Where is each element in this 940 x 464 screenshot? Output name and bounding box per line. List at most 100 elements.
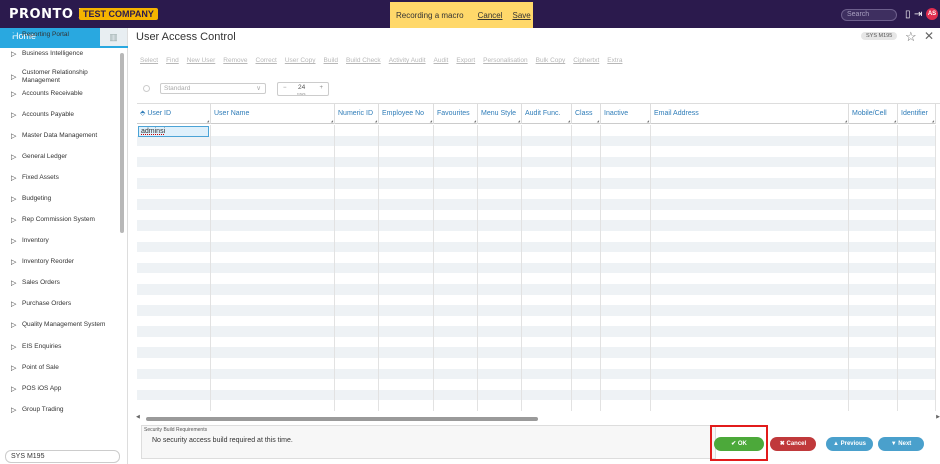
- table-cell[interactable]: [478, 305, 522, 316]
- table-cell[interactable]: [335, 400, 379, 412]
- table-cell[interactable]: [522, 125, 572, 136]
- sidebar-item[interactable]: ▷ Accounts Receivable: [0, 90, 83, 98]
- table-cell[interactable]: [478, 209, 522, 221]
- table-cell[interactable]: [137, 358, 211, 369]
- table-cell[interactable]: [137, 220, 211, 231]
- table-cell[interactable]: [434, 241, 478, 253]
- table-row[interactable]: [137, 389, 936, 401]
- table-cell[interactable]: [379, 294, 434, 306]
- table-cell[interactable]: [651, 146, 849, 157]
- table-cell[interactable]: [601, 156, 651, 168]
- table-cell[interactable]: [335, 379, 379, 390]
- table-cell[interactable]: [849, 230, 898, 242]
- table-cell[interactable]: [335, 135, 379, 147]
- table-cell[interactable]: [601, 336, 651, 348]
- table-cell[interactable]: [601, 368, 651, 380]
- toolbar-item[interactable]: Export: [456, 57, 475, 64]
- table-cell[interactable]: [137, 262, 211, 274]
- table-row[interactable]: [137, 156, 936, 168]
- table-cell[interactable]: [137, 326, 211, 337]
- table-cell[interactable]: [137, 209, 211, 221]
- table-cell[interactable]: [211, 315, 335, 327]
- table-cell[interactable]: [137, 241, 211, 253]
- table-cell[interactable]: [898, 294, 936, 306]
- table-cell[interactable]: [849, 177, 898, 189]
- table-cell[interactable]: [651, 167, 849, 178]
- table-row[interactable]: [137, 199, 936, 210]
- table-cell[interactable]: [137, 368, 211, 380]
- table-cell[interactable]: [849, 273, 898, 284]
- table-cell[interactable]: [601, 379, 651, 390]
- table-cell[interactable]: [898, 283, 936, 295]
- table-cell[interactable]: [898, 177, 936, 189]
- table-cell[interactable]: [434, 167, 478, 178]
- table-cell[interactable]: [849, 209, 898, 221]
- scroll-right-icon[interactable]: ▶: [936, 414, 940, 420]
- table-cell[interactable]: [601, 146, 651, 157]
- table-row[interactable]: [137, 400, 936, 412]
- table-cell[interactable]: [335, 273, 379, 284]
- table-cell[interactable]: [522, 167, 572, 178]
- table-cell[interactable]: [434, 135, 478, 147]
- table-cell[interactable]: [651, 177, 849, 189]
- table-cell[interactable]: [379, 400, 434, 412]
- table-cell[interactable]: [434, 188, 478, 200]
- table-cell[interactable]: [651, 188, 849, 200]
- table-cell[interactable]: [898, 125, 936, 136]
- table-row[interactable]: [137, 379, 936, 390]
- table-cell[interactable]: [434, 146, 478, 157]
- table-cell[interactable]: [898, 336, 936, 348]
- view-select[interactable]: Standard ∨: [160, 83, 266, 94]
- sidebar-item[interactable]: ▷ Business Intelligence: [0, 50, 83, 58]
- table-cell[interactable]: [522, 188, 572, 200]
- table-cell[interactable]: [379, 177, 434, 189]
- table-cell[interactable]: [478, 368, 522, 380]
- table-cell[interactable]: [478, 389, 522, 401]
- table-cell[interactable]: [379, 358, 434, 369]
- table-cell[interactable]: [849, 326, 898, 337]
- toolbar-item[interactable]: Activity Audit: [389, 57, 426, 64]
- table-cell[interactable]: [651, 358, 849, 369]
- table-cell[interactable]: [572, 262, 601, 274]
- avatar[interactable]: AS: [926, 8, 938, 20]
- view-radio[interactable]: [143, 85, 150, 92]
- toolbar-item[interactable]: Extra: [607, 57, 622, 64]
- table-cell[interactable]: [898, 135, 936, 147]
- toolbar-item[interactable]: Remove: [223, 57, 247, 64]
- column-header[interactable]: Numeric ID: [335, 104, 379, 124]
- table-cell[interactable]: [522, 241, 572, 253]
- sidebar-item[interactable]: ▷ Group Trading: [0, 406, 64, 414]
- table-cell[interactable]: [478, 379, 522, 390]
- table-cell[interactable]: [601, 177, 651, 189]
- sidebar-item[interactable]: ▷ Quality Management System: [0, 321, 105, 329]
- table-cell[interactable]: [478, 125, 522, 136]
- table-cell[interactable]: [211, 358, 335, 369]
- toolbar-item[interactable]: New User: [187, 57, 216, 64]
- table-cell[interactable]: [651, 262, 849, 274]
- table-cell[interactable]: [601, 305, 651, 316]
- column-header[interactable]: Identifier: [898, 104, 936, 124]
- table-cell[interactable]: [849, 358, 898, 369]
- table-cell[interactable]: [434, 358, 478, 369]
- table-cell[interactable]: [379, 252, 434, 263]
- table-cell[interactable]: [651, 315, 849, 327]
- toolbar-item[interactable]: Select: [140, 57, 158, 64]
- table-cell[interactable]: [335, 156, 379, 168]
- table-cell[interactable]: [651, 252, 849, 263]
- table-row[interactable]: [137, 209, 936, 221]
- table-cell[interactable]: [434, 252, 478, 263]
- table-row[interactable]: [137, 177, 936, 189]
- table-cell[interactable]: [211, 368, 335, 380]
- table-cell[interactable]: [601, 230, 651, 242]
- table-cell[interactable]: [849, 167, 898, 178]
- panel-icon[interactable]: ▯: [905, 9, 911, 20]
- toolbar-item[interactable]: Bulk Copy: [536, 57, 566, 64]
- table-cell[interactable]: [137, 146, 211, 157]
- table-cell[interactable]: [478, 294, 522, 306]
- table-cell[interactable]: [478, 262, 522, 274]
- table-cell[interactable]: [434, 379, 478, 390]
- table-cell[interactable]: [651, 368, 849, 380]
- table-cell[interactable]: [651, 209, 849, 221]
- table-cell[interactable]: [898, 262, 936, 274]
- table-cell[interactable]: [651, 220, 849, 231]
